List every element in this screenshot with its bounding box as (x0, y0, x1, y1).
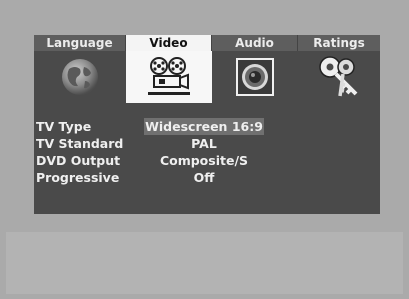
setting-row-tv-type[interactable]: TV Type Widescreen 16:9 (34, 118, 380, 135)
setting-value[interactable]: PAL (144, 135, 264, 152)
speaker-icon (236, 58, 274, 96)
setting-label: TV Standard (36, 136, 124, 151)
video-icon-cell[interactable] (126, 51, 212, 103)
setup-menu: Language Video Audio Ratings TV Type Wid… (34, 35, 380, 214)
setting-label: DVD Output (36, 153, 121, 168)
tab-ratings[interactable]: Ratings (298, 35, 380, 51)
settings-list: TV Type Widescreen 16:9 TV Standard PAL … (34, 118, 380, 186)
ratings-icon-cell[interactable] (298, 51, 380, 103)
audio-icon-cell[interactable] (212, 51, 298, 103)
setting-value[interactable]: Widescreen 16:9 (144, 118, 264, 135)
keys-icon (319, 56, 358, 97)
setting-row-dvd-output[interactable]: DVD Output Composite/S (34, 152, 380, 169)
tab-audio[interactable]: Audio (212, 35, 298, 51)
setting-value[interactable]: Off (144, 169, 264, 186)
tab-bar: Language Video Audio Ratings (34, 35, 380, 51)
screen-bottom-area (6, 232, 403, 294)
globe-icon (62, 59, 98, 95)
setting-label: Progressive (36, 170, 120, 185)
setting-row-tv-standard[interactable]: TV Standard PAL (34, 135, 380, 152)
setting-row-progressive[interactable]: Progressive Off (34, 169, 380, 186)
language-icon-cell[interactable] (34, 51, 126, 103)
tab-icon-row (34, 51, 380, 103)
tab-language[interactable]: Language (34, 35, 126, 51)
film-projector-icon (148, 57, 190, 95)
setting-label: TV Type (36, 119, 92, 134)
tab-video[interactable]: Video (126, 35, 212, 51)
setting-value[interactable]: Composite/S (144, 152, 264, 169)
